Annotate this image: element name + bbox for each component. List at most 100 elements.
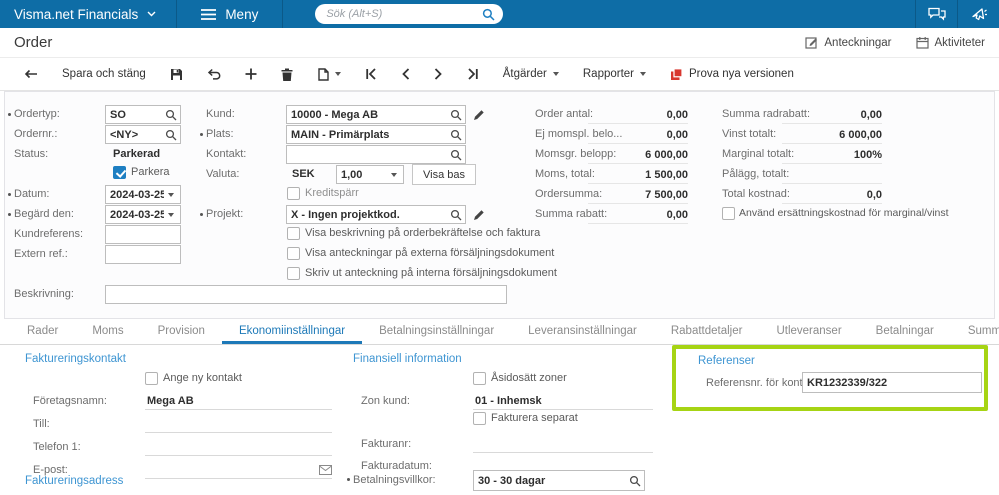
ordernr-field[interactable] [105, 125, 181, 144]
referensnr-input[interactable] [803, 376, 978, 389]
go-previous-button[interactable] [389, 58, 422, 90]
tab-summor[interactable]: Summor [951, 320, 999, 344]
notes-button[interactable]: Anteckningar [805, 36, 892, 49]
edit-pencil-icon[interactable] [473, 109, 485, 121]
tab-utleveranser[interactable]: Utleveranser [759, 320, 858, 344]
visa-bas-button[interactable]: Visa bas [412, 164, 476, 185]
betalningsvillkor-field[interactable] [473, 470, 645, 491]
ordertyp-field[interactable] [105, 105, 181, 124]
ordertyp-input[interactable] [106, 108, 165, 121]
beskrivning-field[interactable] [105, 285, 507, 304]
tab-rabattdetaljer[interactable]: Rabattdetaljer [654, 320, 760, 344]
projekt-input[interactable] [287, 208, 450, 221]
kontakt-label: Kontakt: [206, 148, 247, 160]
asidosatt-zoner-checkbox[interactable] [473, 372, 486, 385]
order-antal-value: 0,00 [588, 106, 688, 124]
new-version-icon [670, 67, 683, 81]
app-switcher[interactable]: Visma.net Financials [0, 0, 176, 28]
valuta-rate-field[interactable] [336, 165, 404, 184]
fakturera-separat-checkbox[interactable] [473, 412, 486, 425]
extern-ref-field[interactable] [105, 245, 181, 264]
undo-button[interactable] [195, 58, 233, 90]
go-next-button[interactable] [422, 58, 455, 90]
save-button[interactable] [158, 58, 195, 90]
kundreferens-field[interactable] [105, 225, 181, 244]
back-button[interactable] [12, 58, 50, 90]
plus-icon [245, 68, 257, 80]
tab-moms[interactable]: Moms [75, 320, 140, 344]
edit-pencil-icon[interactable] [473, 209, 485, 221]
anvand-ersattning-checkbox[interactable] [722, 207, 735, 220]
tab-provision[interactable]: Provision [141, 320, 222, 344]
tab-rader[interactable]: Rader [10, 320, 75, 344]
telefon1-field[interactable] [145, 438, 332, 456]
go-first-button[interactable] [353, 58, 389, 90]
search-icon[interactable] [482, 8, 495, 21]
lookup-icon[interactable] [450, 129, 462, 141]
projekt-field[interactable] [286, 205, 466, 224]
copy-paste-button[interactable] [305, 58, 353, 90]
caret-down-icon[interactable] [391, 172, 397, 177]
delete-button[interactable] [269, 58, 305, 90]
actions-menu-button[interactable]: Åtgärder [491, 58, 571, 90]
parkera-checkbox[interactable] [113, 166, 126, 179]
kund-field[interactable] [286, 105, 466, 124]
caret-down-icon[interactable] [168, 212, 174, 217]
datum-field[interactable] [105, 185, 181, 204]
lookup-icon[interactable] [450, 149, 462, 161]
foretagsnamn-field[interactable]: Mega AB [145, 392, 332, 410]
plats-field[interactable] [286, 125, 466, 144]
extern-ref-input[interactable] [106, 248, 177, 261]
kund-input[interactable] [287, 108, 450, 121]
search-input[interactable] [326, 8, 483, 20]
visa-beskrivning-checkbox[interactable] [287, 227, 300, 240]
announcements-button[interactable] [957, 0, 999, 28]
kontakt-field[interactable] [286, 145, 466, 164]
kontakt-input[interactable] [287, 148, 450, 161]
lookup-icon[interactable] [450, 209, 462, 221]
begard-den-input[interactable] [106, 208, 168, 221]
epost-field[interactable] [145, 461, 332, 479]
kreditsparr-checkbox[interactable] [287, 187, 300, 200]
skriv-ut-checkbox[interactable] [287, 267, 300, 280]
kundreferens-input[interactable] [106, 228, 177, 241]
activities-label: Aktiviteter [934, 36, 986, 49]
try-new-version-button[interactable]: Prova nya versionen [658, 58, 806, 90]
lookup-icon[interactable] [629, 475, 641, 487]
envelope-icon[interactable] [319, 464, 332, 475]
datum-input[interactable] [106, 188, 168, 201]
activities-button[interactable]: Aktiviteter [915, 36, 986, 49]
lookup-icon[interactable] [450, 109, 462, 121]
betalningsvillkor-input[interactable] [474, 474, 629, 487]
valuta-rate-input[interactable] [337, 168, 391, 181]
ordernr-input[interactable] [106, 128, 165, 141]
caret-down-icon [640, 72, 647, 76]
faktureringskontakt-heading: Faktureringskontakt [25, 353, 126, 365]
menu-button[interactable]: Meny [177, 0, 282, 28]
go-last-button[interactable] [455, 58, 491, 90]
fakturanr-field[interactable] [473, 435, 653, 453]
tab-ekonomiinstallningar[interactable]: Ekonomiinställningar [221, 320, 363, 344]
visa-anteckningar-checkbox[interactable] [287, 247, 300, 260]
tab-betalningar[interactable]: Betalningar [859, 320, 951, 344]
global-search[interactable] [315, 4, 504, 24]
referensnr-field[interactable] [802, 372, 982, 393]
lookup-icon[interactable] [165, 109, 177, 121]
reports-menu-button[interactable]: Rapporter [571, 58, 658, 90]
chat-button[interactable] [915, 0, 957, 28]
till-field[interactable] [145, 415, 332, 433]
lookup-icon[interactable] [165, 129, 177, 141]
save-and-close-button[interactable]: Spara och stäng [50, 58, 158, 90]
skriv-ut-label: Skriv ut anteckning på interna försäljni… [305, 267, 557, 279]
beskrivning-input[interactable] [106, 288, 503, 301]
anvand-ersattning-label: Använd ersättningskostnad för marginal/v… [739, 207, 949, 219]
begard-den-field[interactable] [105, 205, 181, 224]
plats-input[interactable] [287, 128, 450, 141]
tab-leveransinstallningar[interactable]: Leveransinställningar [511, 320, 654, 344]
tab-betalningsinstallningar[interactable]: Betalningsinställningar [362, 320, 511, 344]
zon-kund-field[interactable]: 01 - Inhemsk [473, 392, 653, 410]
caret-down-icon[interactable] [168, 192, 174, 197]
parkera-label: Parkera [131, 166, 170, 178]
add-button[interactable] [233, 58, 269, 90]
ange-ny-kontakt-checkbox[interactable] [145, 372, 158, 385]
